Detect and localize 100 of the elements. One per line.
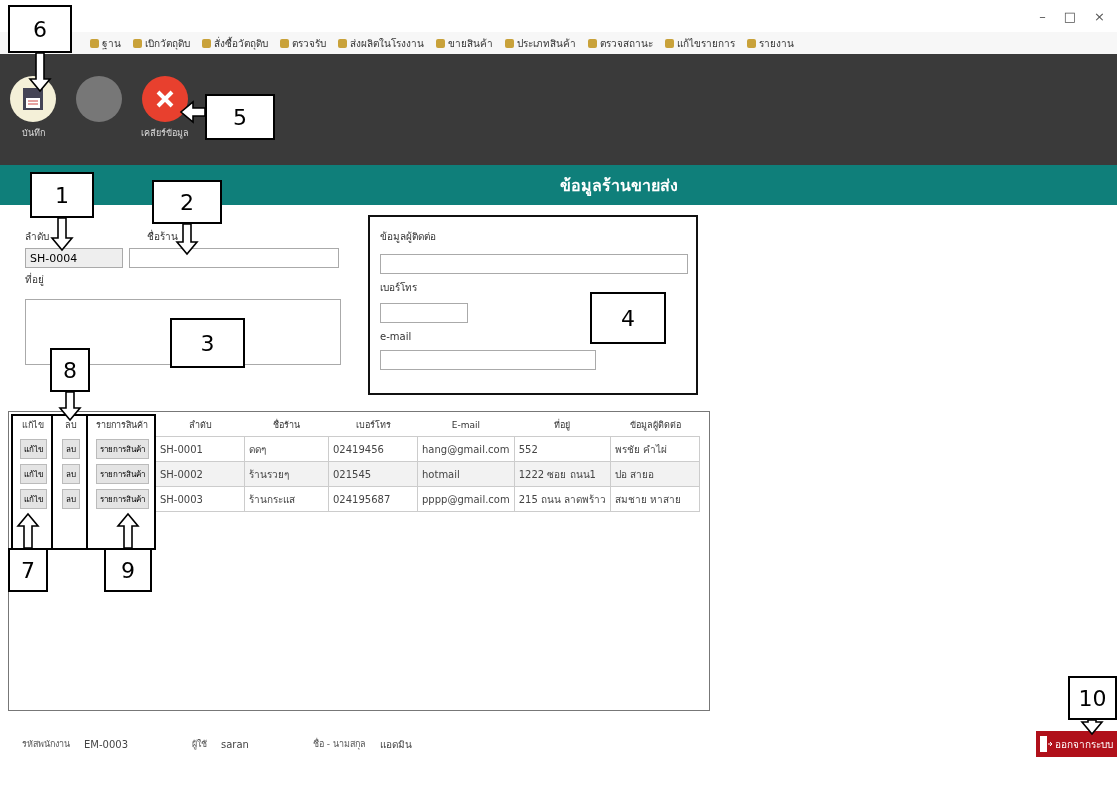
table-cell: ร้านรวยๆ xyxy=(244,461,329,487)
table-cell: SH-0001 xyxy=(155,436,245,462)
column-header: ข้อมูลผู้ติดต่อ xyxy=(610,414,700,437)
toolbar-label: เคลียร์ข้อมูล xyxy=(141,127,189,140)
table-cell: พรชัย คำไผ่ xyxy=(610,436,700,462)
column-header: เบอร์โทร xyxy=(328,414,418,437)
save-button[interactable] xyxy=(10,76,56,122)
menu-icon xyxy=(133,38,142,48)
menu-icon xyxy=(505,38,514,48)
callout-label: 5 xyxy=(205,94,275,140)
table-cell: 021545 xyxy=(328,461,418,487)
column-header: E-mail xyxy=(417,414,515,437)
menu-item[interactable]: ขายสินค้า xyxy=(448,35,493,51)
table-cell: hotmail xyxy=(417,461,515,487)
toolbar-label: บันทึก xyxy=(21,127,45,140)
field-label: ข้อมูลผู้ติดต่อ xyxy=(380,230,436,244)
products-button[interactable]: รายการสินค้า xyxy=(95,489,149,509)
menu-item[interactable]: แก้ไขรายการ xyxy=(677,35,735,51)
callout-arrow-icon xyxy=(176,223,198,255)
edit-button[interactable]: แก้ไข xyxy=(19,439,47,459)
field-label: ที่อยู่ xyxy=(25,272,44,287)
id-field[interactable]: SH-0004 xyxy=(25,248,123,268)
callout-label: 9 xyxy=(104,548,152,592)
menu-icon xyxy=(202,38,211,48)
callout-arrow-icon xyxy=(51,217,73,251)
menu-icon xyxy=(90,38,99,48)
table-cell: สมชาย หาสาย xyxy=(610,486,700,512)
callout-arrow-icon xyxy=(1081,719,1103,735)
delete-button[interactable]: ลบ xyxy=(62,439,80,459)
field-label: เบอร์โทร xyxy=(380,281,417,295)
edit-button[interactable]: แก้ไข xyxy=(19,489,47,509)
menu-icon xyxy=(338,38,347,48)
delete-button[interactable]: ลบ xyxy=(62,464,80,484)
column-header: ลำดับ xyxy=(155,414,245,437)
table-cell: 02419456 xyxy=(328,436,418,462)
column-header: แก้ไข xyxy=(21,419,45,433)
menu-icon xyxy=(665,38,674,48)
footer-label: ผู้ใช้ xyxy=(192,738,207,751)
table-cell: SH-0003 xyxy=(155,486,245,512)
menu-icon xyxy=(280,38,289,48)
door-icon xyxy=(1040,736,1052,752)
menu-item[interactable]: ส่งผลิตในโรงงาน xyxy=(350,35,424,51)
callout-label: 10 xyxy=(1068,676,1117,720)
delete-button[interactable]: ลบ xyxy=(62,489,80,509)
footer-value: EM-0003 xyxy=(84,738,128,750)
callout-label: 4 xyxy=(590,292,666,344)
callout-label: 8 xyxy=(50,348,90,392)
menu-item[interactable]: ตรวจรับ xyxy=(292,35,326,51)
input-field[interactable] xyxy=(380,303,468,323)
blank-button[interactable] xyxy=(76,76,122,122)
callout-label: 7 xyxy=(8,548,48,592)
column-header: ชื่อร้าน xyxy=(244,414,329,437)
table-cell: 024195687 xyxy=(328,486,418,512)
edit-button[interactable]: แก้ไข xyxy=(19,464,47,484)
section-title: ข้อมูลร้านขายส่ง xyxy=(559,174,678,198)
table-cell: hang@gmail.com xyxy=(417,436,515,462)
input-field[interactable] xyxy=(380,350,596,370)
window-control[interactable]: – xyxy=(1039,8,1046,24)
column-header: ที่อยู่ xyxy=(514,414,611,437)
menu-item[interactable]: เบิกวัตถุดิบ xyxy=(145,35,190,51)
menu-item[interactable]: ประเภทสินค้า xyxy=(517,35,576,51)
column-header: รายการสินค้า xyxy=(89,414,156,437)
table-cell: pppp@gmail.com xyxy=(417,486,515,512)
callout-arrow-icon xyxy=(59,391,81,421)
table-cell: 552 xyxy=(514,436,611,462)
logout-button[interactable]: ออกจากระบบ xyxy=(1036,731,1117,757)
callout-arrow-icon xyxy=(180,101,206,123)
callout-label: 6 xyxy=(8,5,72,53)
window-control[interactable]: □ xyxy=(1063,8,1077,24)
products-button[interactable]: รายการสินค้า xyxy=(95,464,149,484)
footer-value: saran xyxy=(221,738,249,750)
input-field[interactable] xyxy=(380,254,688,274)
footer-value: แอดมิน xyxy=(379,737,412,752)
field-label: e-mail xyxy=(380,330,412,342)
table-cell: 215 ถนน ลาดพร้าว xyxy=(514,486,611,512)
field-label: ชื่อร้าน xyxy=(146,228,178,244)
callout-label: 3 xyxy=(170,318,245,368)
column-header: ลบ xyxy=(64,419,78,433)
input-field[interactable] xyxy=(129,248,339,268)
products-button[interactable]: รายการสินค้า xyxy=(95,439,149,459)
menu-item[interactable]: ตรวจสถานะ xyxy=(600,35,653,51)
menu-icon xyxy=(588,38,597,48)
table-cell: ดดๆ xyxy=(244,436,329,462)
menu-icon xyxy=(747,38,756,48)
table-cell: 1222 ซอย ถนน1 xyxy=(514,461,611,487)
menu-icon xyxy=(436,38,445,48)
callout-arrow-icon xyxy=(17,513,39,549)
table-cell: ปอ สายอ xyxy=(610,461,700,487)
table-cell: ร้านกระแส xyxy=(244,486,329,512)
menu-item[interactable]: รายงาน xyxy=(759,35,794,51)
clear-button[interactable] xyxy=(142,76,188,122)
close-icon xyxy=(155,89,175,109)
field-label: ลำดับ xyxy=(25,230,49,244)
menu-item[interactable]: สั่งซื้อวัตถุดิบ xyxy=(214,35,268,51)
window-control[interactable]: × xyxy=(1094,8,1105,24)
footer-label: ชื่อ - นามสกุล xyxy=(312,737,366,751)
menu-item[interactable]: ฐาน xyxy=(102,35,121,51)
callout-arrow-icon xyxy=(117,513,139,549)
footer-label: รหัสพนักงาน xyxy=(22,738,70,751)
table-cell: SH-0002 xyxy=(155,461,245,487)
